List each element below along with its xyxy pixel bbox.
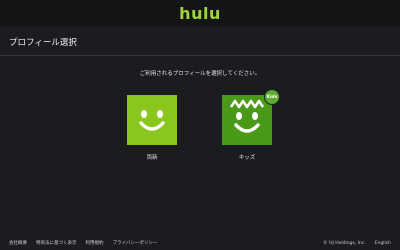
footer-link-privacy[interactable]: プライバシーポリシー bbox=[113, 240, 158, 246]
footer-link-terms[interactable]: 利用規約 bbox=[86, 240, 104, 246]
profile-item-kids[interactable]: Kids キッズ bbox=[222, 89, 280, 161]
kids-face-icon[interactable]: Kids bbox=[222, 89, 280, 145]
profile-name: キッズ bbox=[238, 155, 256, 161]
profile-name: 両新 bbox=[146, 155, 158, 161]
footer-links: 会社概要 特商法に基づく表示 利用規約 プライバシーポリシー bbox=[9, 240, 157, 246]
page-title: プロフィール選択 bbox=[9, 37, 77, 48]
footer-link-company[interactable]: 会社概要 bbox=[9, 240, 27, 246]
smiley-face-icon[interactable] bbox=[127, 95, 177, 145]
profile-item-adult[interactable]: 両新 bbox=[127, 95, 177, 161]
language-link[interactable]: English bbox=[375, 241, 391, 246]
select-prompt: ご利用されるプロフィールを選択してください。 bbox=[139, 71, 261, 77]
footer-right: © HJ Holdings, Inc. English bbox=[323, 241, 391, 246]
footer-link-legal-notice[interactable]: 特商法に基づく表示 bbox=[36, 240, 77, 246]
kids-badge: Kids bbox=[264, 89, 280, 105]
hulu-logo[interactable]: hulu bbox=[179, 4, 221, 23]
copyright: © HJ Holdings, Inc. bbox=[323, 240, 366, 246]
top-bar: hulu bbox=[0, 0, 400, 27]
title-bar: プロフィール選択 bbox=[0, 28, 400, 56]
profile-list: 両新 Kids キッズ bbox=[0, 89, 400, 165]
footer: 会社概要 特商法に基づく表示 利用規約 プライバシーポリシー © HJ Hold… bbox=[0, 236, 400, 250]
